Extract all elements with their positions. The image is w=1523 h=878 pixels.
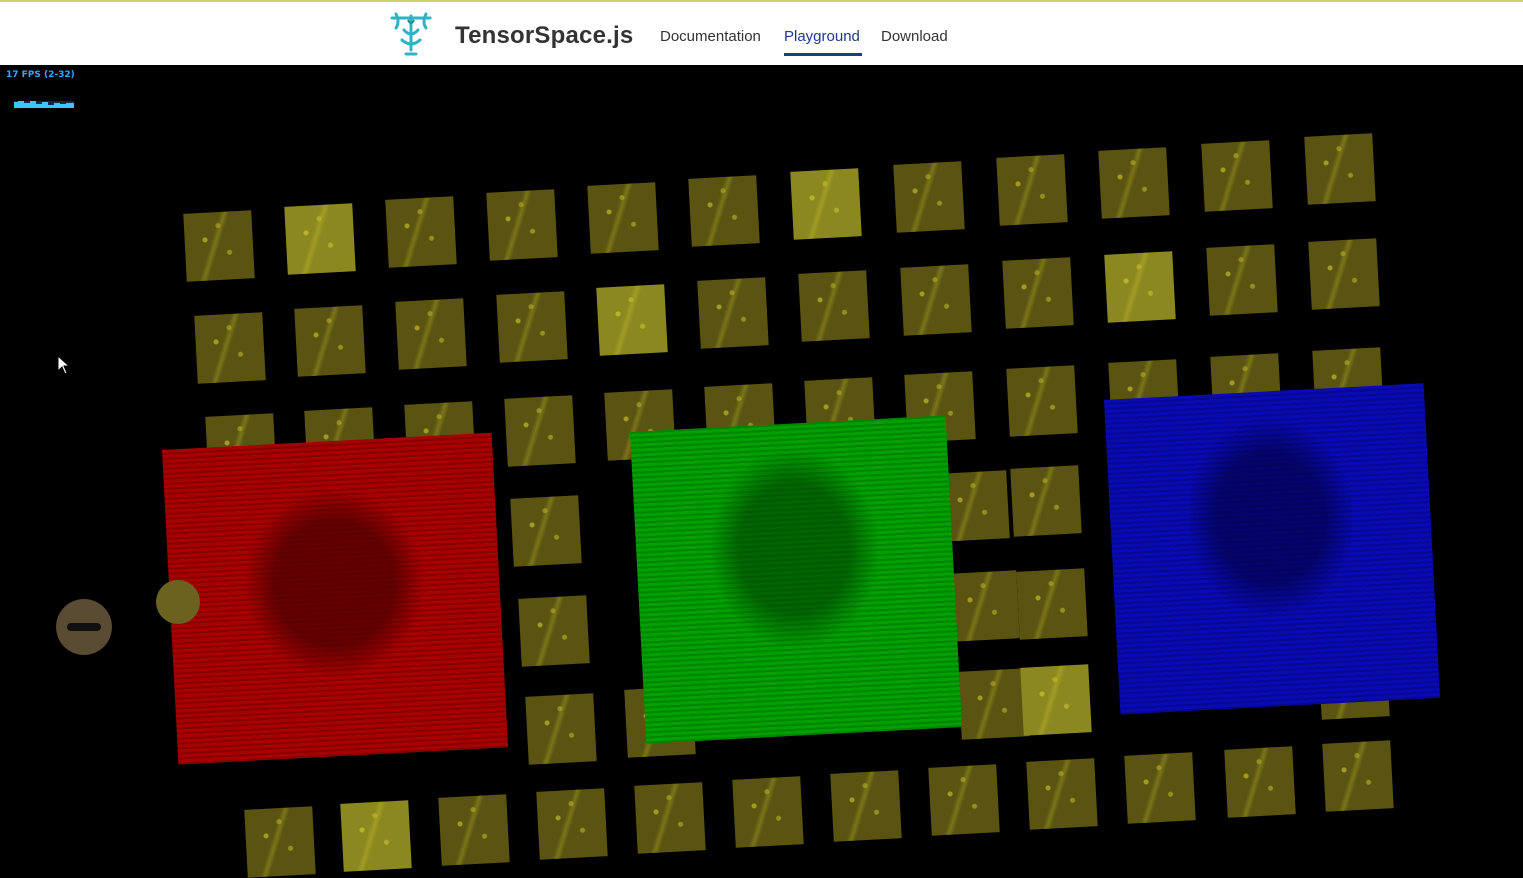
input-red-channel[interactable]: [162, 432, 509, 765]
feature-map[interactable]: [893, 161, 965, 233]
feature-map[interactable]: [688, 175, 760, 247]
feature-map[interactable]: [284, 203, 356, 275]
feature-map[interactable]: [732, 776, 804, 848]
mouse-cursor-icon: [57, 355, 71, 375]
feature-map[interactable]: [340, 800, 412, 872]
feature-map[interactable]: [395, 298, 467, 370]
feature-map[interactable]: [294, 305, 366, 377]
feature-map[interactable]: [1308, 238, 1380, 310]
feature-map[interactable]: [438, 794, 510, 866]
input-blue-channel[interactable]: [1104, 383, 1441, 715]
feature-map[interactable]: [790, 168, 862, 240]
feature-map[interactable]: [1201, 140, 1273, 212]
minus-icon: [67, 623, 101, 631]
feature-map[interactable]: [900, 264, 972, 336]
feature-map[interactable]: [504, 395, 576, 467]
feature-map[interactable]: [496, 291, 568, 363]
feature-map[interactable]: [1098, 147, 1170, 219]
input-green-channel[interactable]: [630, 415, 962, 744]
feature-map[interactable]: [1304, 133, 1376, 205]
feature-map[interactable]: [536, 788, 608, 860]
feature-map[interactable]: [948, 570, 1020, 642]
feature-map[interactable]: [1104, 251, 1176, 323]
feature-map[interactable]: [958, 668, 1030, 740]
feature-map[interactable]: [1020, 664, 1092, 736]
feature-map[interactable]: [385, 196, 457, 268]
fps-graph: [14, 101, 74, 108]
feature-map[interactable]: [996, 154, 1068, 226]
feature-map[interactable]: [928, 764, 1000, 836]
layer-toggle-button[interactable]: [156, 580, 200, 624]
feature-map[interactable]: [486, 189, 558, 261]
feature-map[interactable]: [1206, 244, 1278, 316]
feature-map[interactable]: [830, 770, 902, 842]
feature-map[interactable]: [798, 270, 870, 342]
feature-map[interactable]: [1016, 568, 1088, 640]
feature-map[interactable]: [1224, 746, 1296, 818]
feature-map[interactable]: [518, 595, 590, 667]
feature-map[interactable]: [183, 210, 255, 282]
feature-map[interactable]: [1124, 752, 1196, 824]
feature-map[interactable]: [587, 182, 659, 254]
feature-map[interactable]: [1002, 257, 1074, 329]
feature-map[interactable]: [525, 693, 597, 765]
model-3d-viewport[interactable]: [0, 0, 1523, 878]
feature-map[interactable]: [510, 495, 582, 567]
collapse-layer-button[interactable]: [56, 599, 112, 655]
feature-map[interactable]: [1026, 758, 1098, 830]
feature-map[interactable]: [697, 277, 769, 349]
feature-map[interactable]: [596, 284, 668, 356]
feature-map[interactable]: [634, 782, 706, 854]
feature-map[interactable]: [1006, 365, 1078, 437]
feature-map[interactable]: [1322, 740, 1394, 812]
fps-counter: 17 FPS (2-32): [6, 70, 75, 80]
feature-map[interactable]: [244, 806, 316, 878]
feature-map[interactable]: [1010, 465, 1082, 537]
feature-map[interactable]: [194, 312, 266, 384]
